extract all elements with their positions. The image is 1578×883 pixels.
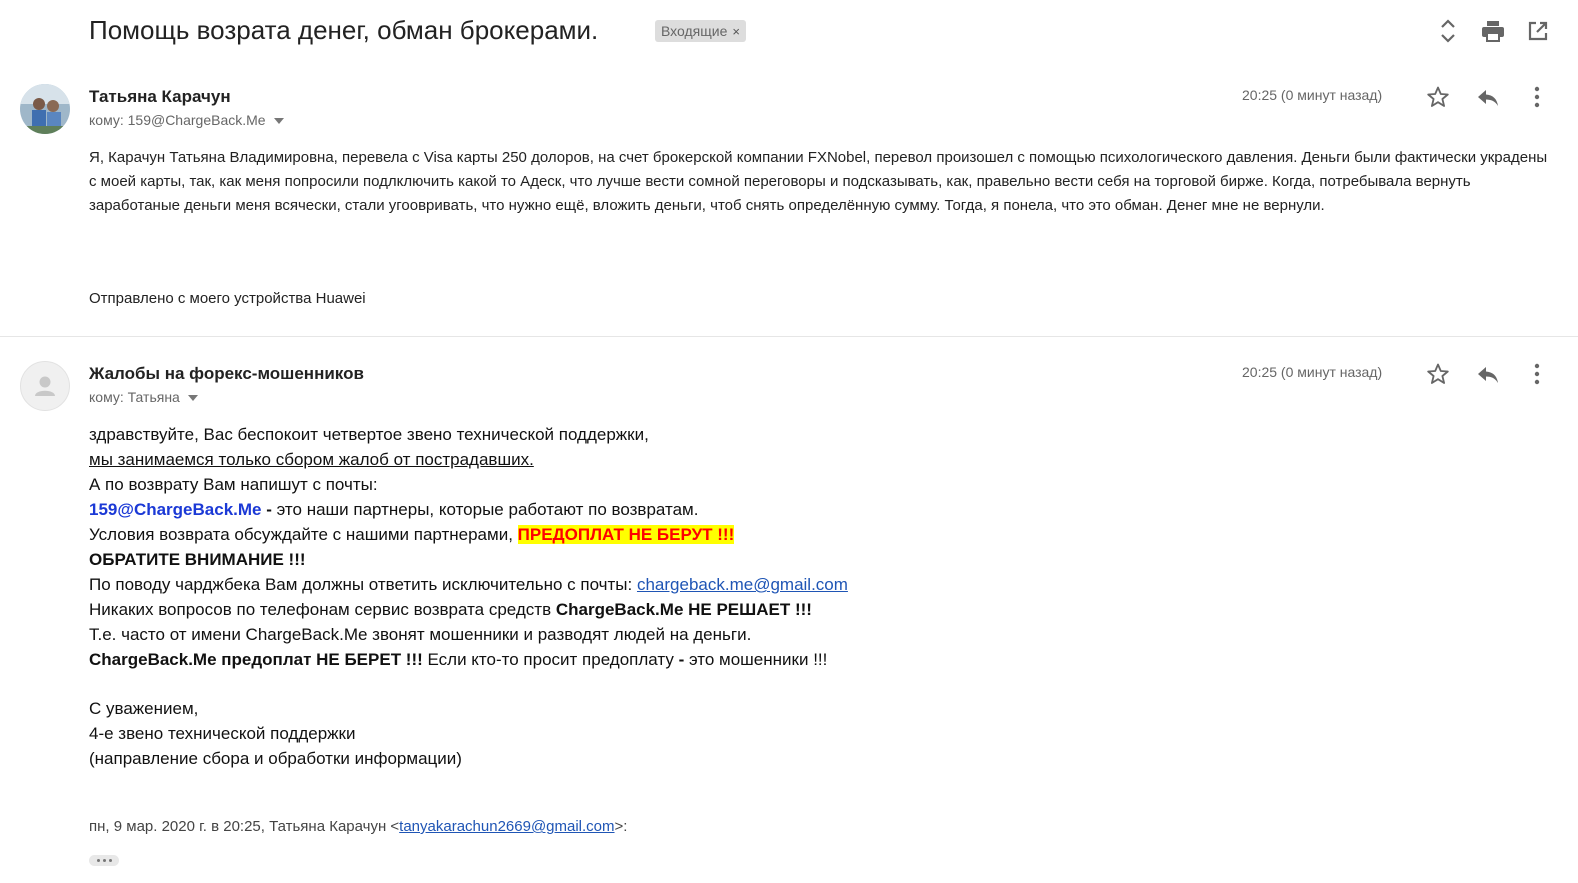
show-details-caret-icon[interactable]	[187, 395, 198, 402]
default-avatar-icon[interactable]	[20, 361, 70, 411]
show-trimmed-content-button[interactable]	[89, 855, 119, 866]
recipient-line[interactable]: кому: Татьяна	[89, 389, 198, 405]
signature-line: С уважением,	[89, 699, 199, 718]
recipient-text: кому: Татьяна	[89, 389, 180, 405]
body-line: ОБРАТИТЕ ВНИМАНИЕ !!!	[89, 550, 306, 569]
label-chip-text: Входящие	[661, 23, 728, 39]
reply-icon[interactable]	[1475, 361, 1501, 387]
body-line: ChargeBack.Me предоплат НЕ БЕРЕТ !!! Есл…	[89, 650, 828, 669]
thread-subject: Помощь возрата денег, обман брокерами.	[89, 15, 599, 45]
avatar[interactable]	[20, 84, 70, 134]
print-icon[interactable]	[1478, 16, 1508, 46]
body-line: 159@ChargeBack.Me - это наши партнеры, к…	[89, 500, 699, 519]
signature-line: (направление сбора и обработки информаци…	[89, 749, 462, 768]
label-chip-inbox[interactable]: Входящие ×	[655, 20, 746, 42]
open-in-new-window-icon[interactable]	[1523, 16, 1553, 46]
body-line: А по возврату Вам напишут с почты:	[89, 475, 378, 494]
body-line: здравствуйте, Вас беспокоит четвертое зв…	[89, 425, 649, 444]
body-line: Условия возврата обсуждайте с нашими пар…	[89, 525, 735, 544]
more-options-icon[interactable]	[1524, 361, 1550, 387]
message-body: здравствуйте, Вас беспокоит четвертое зв…	[89, 422, 1189, 771]
partner-email: 159@ChargeBack.Me	[89, 500, 262, 519]
quoted-sender-email-link[interactable]: tanyakarachun2669@gmail.com	[399, 818, 614, 835]
body-line: Никаких вопросов по телефонам сервис воз…	[89, 600, 812, 619]
message-body: Я, Карачун Татьяна Владимировна, перевел…	[89, 149, 1548, 214]
sender-name[interactable]: Татьяна Карачун	[89, 87, 231, 107]
recipient-line[interactable]: кому: 159@ChargeBack.Me	[89, 112, 284, 128]
message-time: 20:25 (0 минут назад)	[1242, 364, 1383, 380]
star-icon[interactable]	[1425, 84, 1451, 110]
message-time: 20:25 (0 минут назад)	[1242, 87, 1383, 103]
body-line: По поводу чарджбека Вам должны ответить …	[89, 575, 848, 594]
message-divider	[0, 336, 1578, 337]
expand-collapse-icon[interactable]	[1433, 16, 1463, 46]
quoted-message-header: пн, 9 мар. 2020 г. в 20:25, Татьяна Кара…	[89, 818, 628, 835]
sender-name[interactable]: Жалобы на форекс-мошенников	[89, 364, 364, 384]
device-signature: Отправлено с моего устройства Huawei	[89, 290, 366, 307]
star-icon[interactable]	[1425, 361, 1451, 387]
reply-icon[interactable]	[1475, 84, 1501, 110]
highlight-warning: ПРЕДОПЛАТ НЕ БЕРУТ !!!	[517, 525, 735, 544]
body-line: мы занимаемся только сбором жалоб от пос…	[89, 450, 534, 469]
remove-label-icon[interactable]: ×	[732, 24, 740, 39]
chargeback-email-link[interactable]: chargeback.me@gmail.com	[637, 575, 848, 594]
more-options-icon[interactable]	[1524, 84, 1550, 110]
body-line: Т.е. часто от имени ChargeBack.Me звонят…	[89, 625, 752, 644]
signature-line: 4-е звено технической поддержки	[89, 724, 356, 743]
recipient-text: кому: 159@ChargeBack.Me	[89, 112, 266, 128]
show-details-caret-icon[interactable]	[273, 118, 284, 125]
